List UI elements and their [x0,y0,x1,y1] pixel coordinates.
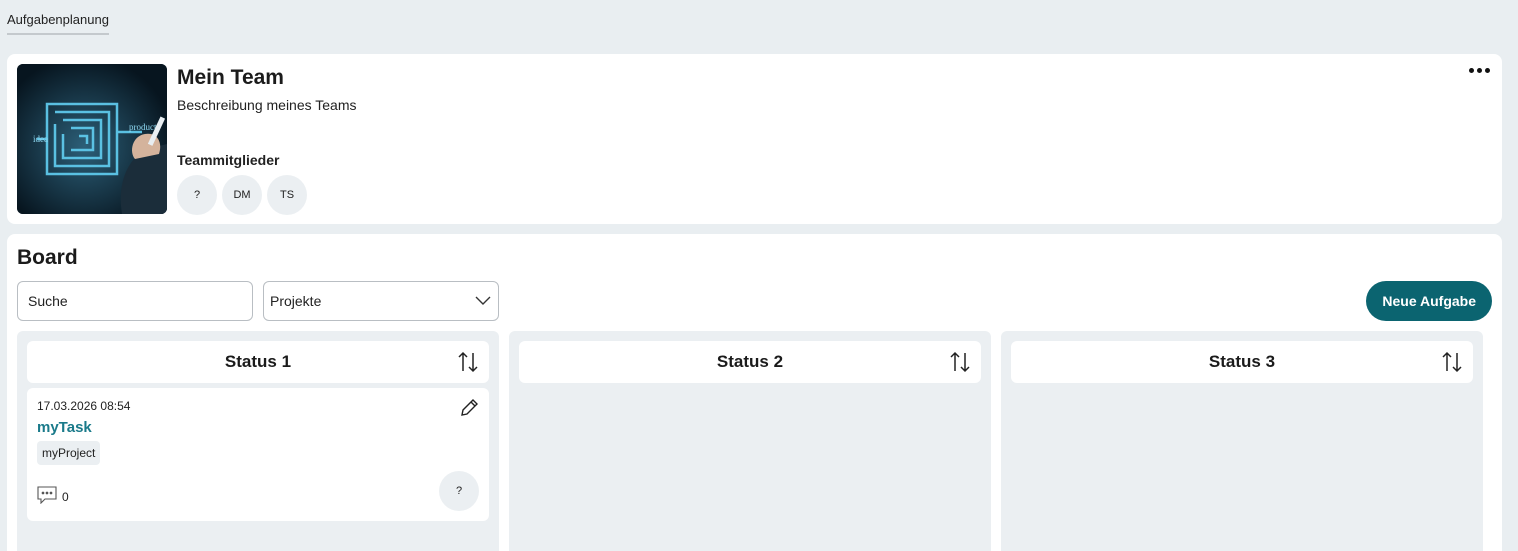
sort-icon[interactable] [948,350,972,379]
projects-select[interactable]: Projekte [263,281,499,321]
task-comments[interactable]: 0 [37,486,69,507]
team-image: idea product [17,64,167,214]
task-project-tag: myProject [37,441,101,465]
column-header: Status 3 [1011,341,1473,383]
team-description: Beschreibung meines Teams [177,97,357,113]
new-task-button[interactable]: Neue Aufgabe [1366,281,1492,321]
members-list: ? DM TS [177,175,307,215]
team-card: idea product Mein Team Beschreibung mein… [7,54,1502,224]
column-header: Status 2 [519,341,981,383]
board-card: Board Projekte Neue Aufgabe Status 1 17.… [7,234,1502,551]
projects-select-label: Projekte [270,293,322,309]
column-header: Status 1 [27,341,489,383]
svg-text:product: product [129,122,157,132]
task-title-link[interactable]: myTask [37,419,92,436]
members-label: Teammitglieder [177,152,280,168]
pencil-icon[interactable] [458,397,480,424]
task-date: 17.03.2026 08:54 [37,399,131,413]
status-column: Status 3 [1001,331,1483,551]
board-columns: Status 1 17.03.2026 08:54 myTask myProje… [17,331,1483,551]
member-avatar[interactable]: DM [222,175,262,215]
column-title: Status 1 [224,352,292,371]
sort-icon[interactable] [456,350,480,379]
comment-icon [37,486,57,507]
team-title: Mein Team [177,66,284,89]
tab-aufgabenplanung[interactable]: Aufgabenplanung [7,12,109,35]
comment-count: 0 [62,489,69,504]
member-avatar[interactable]: TS [267,175,307,215]
sort-icon[interactable] [1440,350,1464,379]
svg-text:idea: idea [33,134,48,144]
dot-icon [1469,68,1474,73]
column-title: Status 2 [716,352,784,371]
column-title: Status 3 [1208,352,1276,371]
status-column: Status 1 17.03.2026 08:54 myTask myProje… [17,331,499,551]
board-title: Board [17,246,78,269]
member-avatar[interactable]: ? [177,175,217,215]
dot-icon [1477,68,1482,73]
search-input[interactable] [17,281,253,321]
more-options-button[interactable] [1467,66,1492,75]
status-column: Status 2 [509,331,991,551]
task-card[interactable]: 17.03.2026 08:54 myTask myProject 0 ? [27,388,489,521]
task-assignee-avatar[interactable]: ? [439,471,479,511]
dot-icon [1485,68,1490,73]
chevron-down-icon [474,291,492,312]
